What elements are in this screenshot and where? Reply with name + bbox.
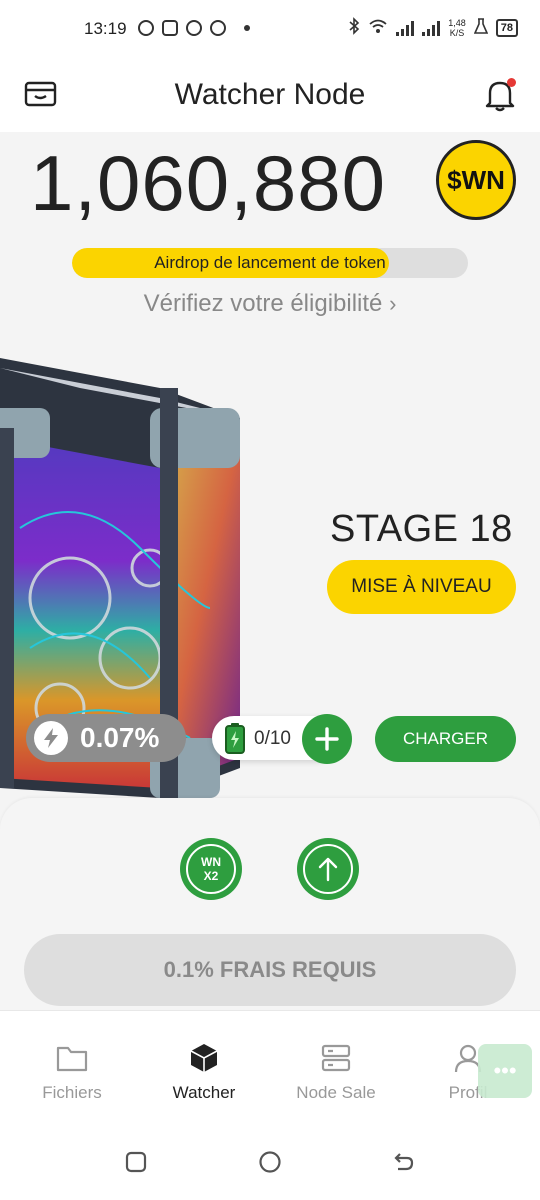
mining-rate-badge: 0.07% <box>26 714 186 762</box>
cube-icon <box>139 1041 269 1075</box>
network-speed-unit: K/S <box>449 27 465 38</box>
upgrade-arrow-button[interactable] <box>297 838 359 900</box>
wn-x2-icon: WN X2 <box>186 844 236 894</box>
network-speed-value: 1,48 <box>448 17 466 28</box>
battery-count: 0/10 <box>254 728 291 749</box>
upgrade-button[interactable]: MISE À NIVEAU <box>327 560 516 614</box>
app-notification-icon <box>138 20 154 36</box>
nav-item-fichiers[interactable]: Fichiers <box>7 1041 137 1103</box>
status-bar: 13:19 1,48 K/S 78 <box>0 0 540 60</box>
bottom-nav: Fichiers Watcher Node Sale Profil <box>0 1010 540 1124</box>
fee-required-button[interactable]: 0.1% FRAIS REQUIS <box>24 934 516 1006</box>
server-icon <box>271 1041 401 1075</box>
nav-label-node-sale: Node Sale <box>296 1083 376 1102</box>
home-button[interactable] <box>258 1150 282 1179</box>
chevron-right-icon: › <box>389 291 397 316</box>
boost-line2: X2 <box>203 869 219 883</box>
token-logo: $WN <box>436 140 516 220</box>
notification-badge-dot <box>507 78 516 87</box>
nav-item-node-sale[interactable]: Node Sale <box>271 1041 401 1103</box>
eligibility-link[interactable]: Vérifiez votre éligibilité › <box>0 290 540 318</box>
nav-label-watcher: Watcher <box>172 1083 236 1102</box>
system-status-icons: 1,48 K/S 78 <box>348 17 518 38</box>
mining-rate-value: 0.07% <box>80 722 160 753</box>
more-options-button[interactable]: ••• <box>478 1044 532 1098</box>
bluetooth-icon <box>348 17 360 38</box>
messenger-notification-icon <box>210 20 226 36</box>
back-button[interactable] <box>392 1150 416 1179</box>
stage-label: STAGE 18 <box>330 508 513 550</box>
actions-card: WN X2 0.1% FRAIS REQUIS <box>0 798 540 1010</box>
nav-label-fichiers: Fichiers <box>42 1083 102 1102</box>
network-speed: 1,48 K/S <box>448 18 466 38</box>
charge-button[interactable]: CHARGER <box>375 716 516 762</box>
flask-icon <box>473 18 488 37</box>
more-dots-icon: ••• <box>493 1058 517 1083</box>
token-balance: 1,060,880 <box>30 139 387 227</box>
battery-indicator: 78 <box>495 18 518 37</box>
wifi-icon <box>368 18 388 37</box>
arrow-up-icon <box>303 844 353 894</box>
wn-x2-boost-button[interactable]: WN X2 <box>180 838 242 900</box>
green-battery-icon <box>224 722 246 759</box>
recents-button[interactable] <box>124 1150 148 1179</box>
system-nav-bar <box>0 1124 540 1200</box>
airdrop-label: Airdrop de lancement de token <box>154 253 386 272</box>
status-time: 13:19 <box>84 19 127 38</box>
gamepad-notification-icon <box>162 20 178 36</box>
eligibility-link-label: Vérifiez votre éligibilité <box>143 290 383 317</box>
nav-item-watcher[interactable]: Watcher <box>139 1041 269 1103</box>
add-battery-button[interactable] <box>302 714 352 764</box>
folder-icon <box>7 1041 137 1075</box>
more-notifications-dot-icon <box>244 25 250 31</box>
plus-icon <box>315 727 339 751</box>
watcher-main: 1,060,880 $WN Airdrop de lancement de to… <box>0 132 540 1010</box>
facebook-notification-icon <box>186 20 202 36</box>
signal-2-icon <box>422 20 441 36</box>
signal-1-icon <box>396 20 415 36</box>
airdrop-progress-bar[interactable]: Airdrop de lancement de token <box>72 248 468 278</box>
boost-line1: WN <box>201 855 221 869</box>
app-header: Watcher Node <box>0 60 540 132</box>
page-title: Watcher Node <box>174 78 366 111</box>
lightning-icon <box>34 721 68 755</box>
notification-icons <box>138 20 250 36</box>
